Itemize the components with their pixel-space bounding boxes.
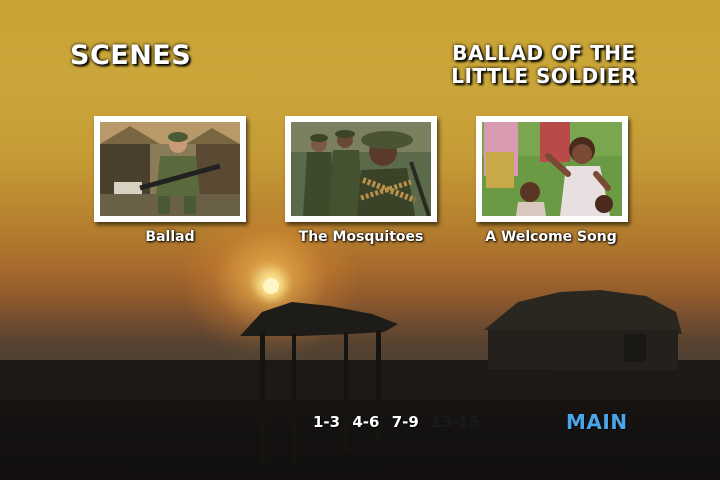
main-menu-button[interactable]: MAIN <box>566 410 628 434</box>
scene-thumbnail-the-mosquitoes[interactable] <box>285 116 437 222</box>
page-link-7-9[interactable]: 7-9 <box>392 413 419 431</box>
scene-thumbnail-a-welcome-song[interactable] <box>476 116 628 222</box>
scene-label-the-mosquitoes[interactable]: The Mosquitoes <box>270 229 452 245</box>
scene-image-girl-singing <box>482 122 622 216</box>
scene-page-navigation: 1-3 4-6 7-9 13-15 <box>313 413 486 431</box>
scene-label-ballad[interactable]: Ballad <box>94 229 246 245</box>
menu-background: SCENES BALLAD OF THE LITTLE SOLDIER Ball… <box>0 0 720 480</box>
film-title: BALLAD OF THE LITTLE SOLDIER <box>430 42 658 88</box>
scene-image-soldier-seated <box>100 122 240 216</box>
page-link-1-3[interactable]: 1-3 <box>313 413 340 431</box>
section-title: SCENES <box>70 40 192 71</box>
page-link-4-6[interactable]: 4-6 <box>352 413 379 431</box>
scene-label-a-welcome-song[interactable]: A Welcome Song <box>460 229 642 245</box>
film-title-line-1: BALLAD OF THE <box>452 41 636 65</box>
scene-thumbnail-ballad[interactable] <box>94 116 246 222</box>
film-title-line-2: LITTLE SOLDIER <box>451 64 637 88</box>
scene-image-armed-youth <box>291 122 431 216</box>
page-link-13-15[interactable]: 13-15 <box>431 413 479 431</box>
